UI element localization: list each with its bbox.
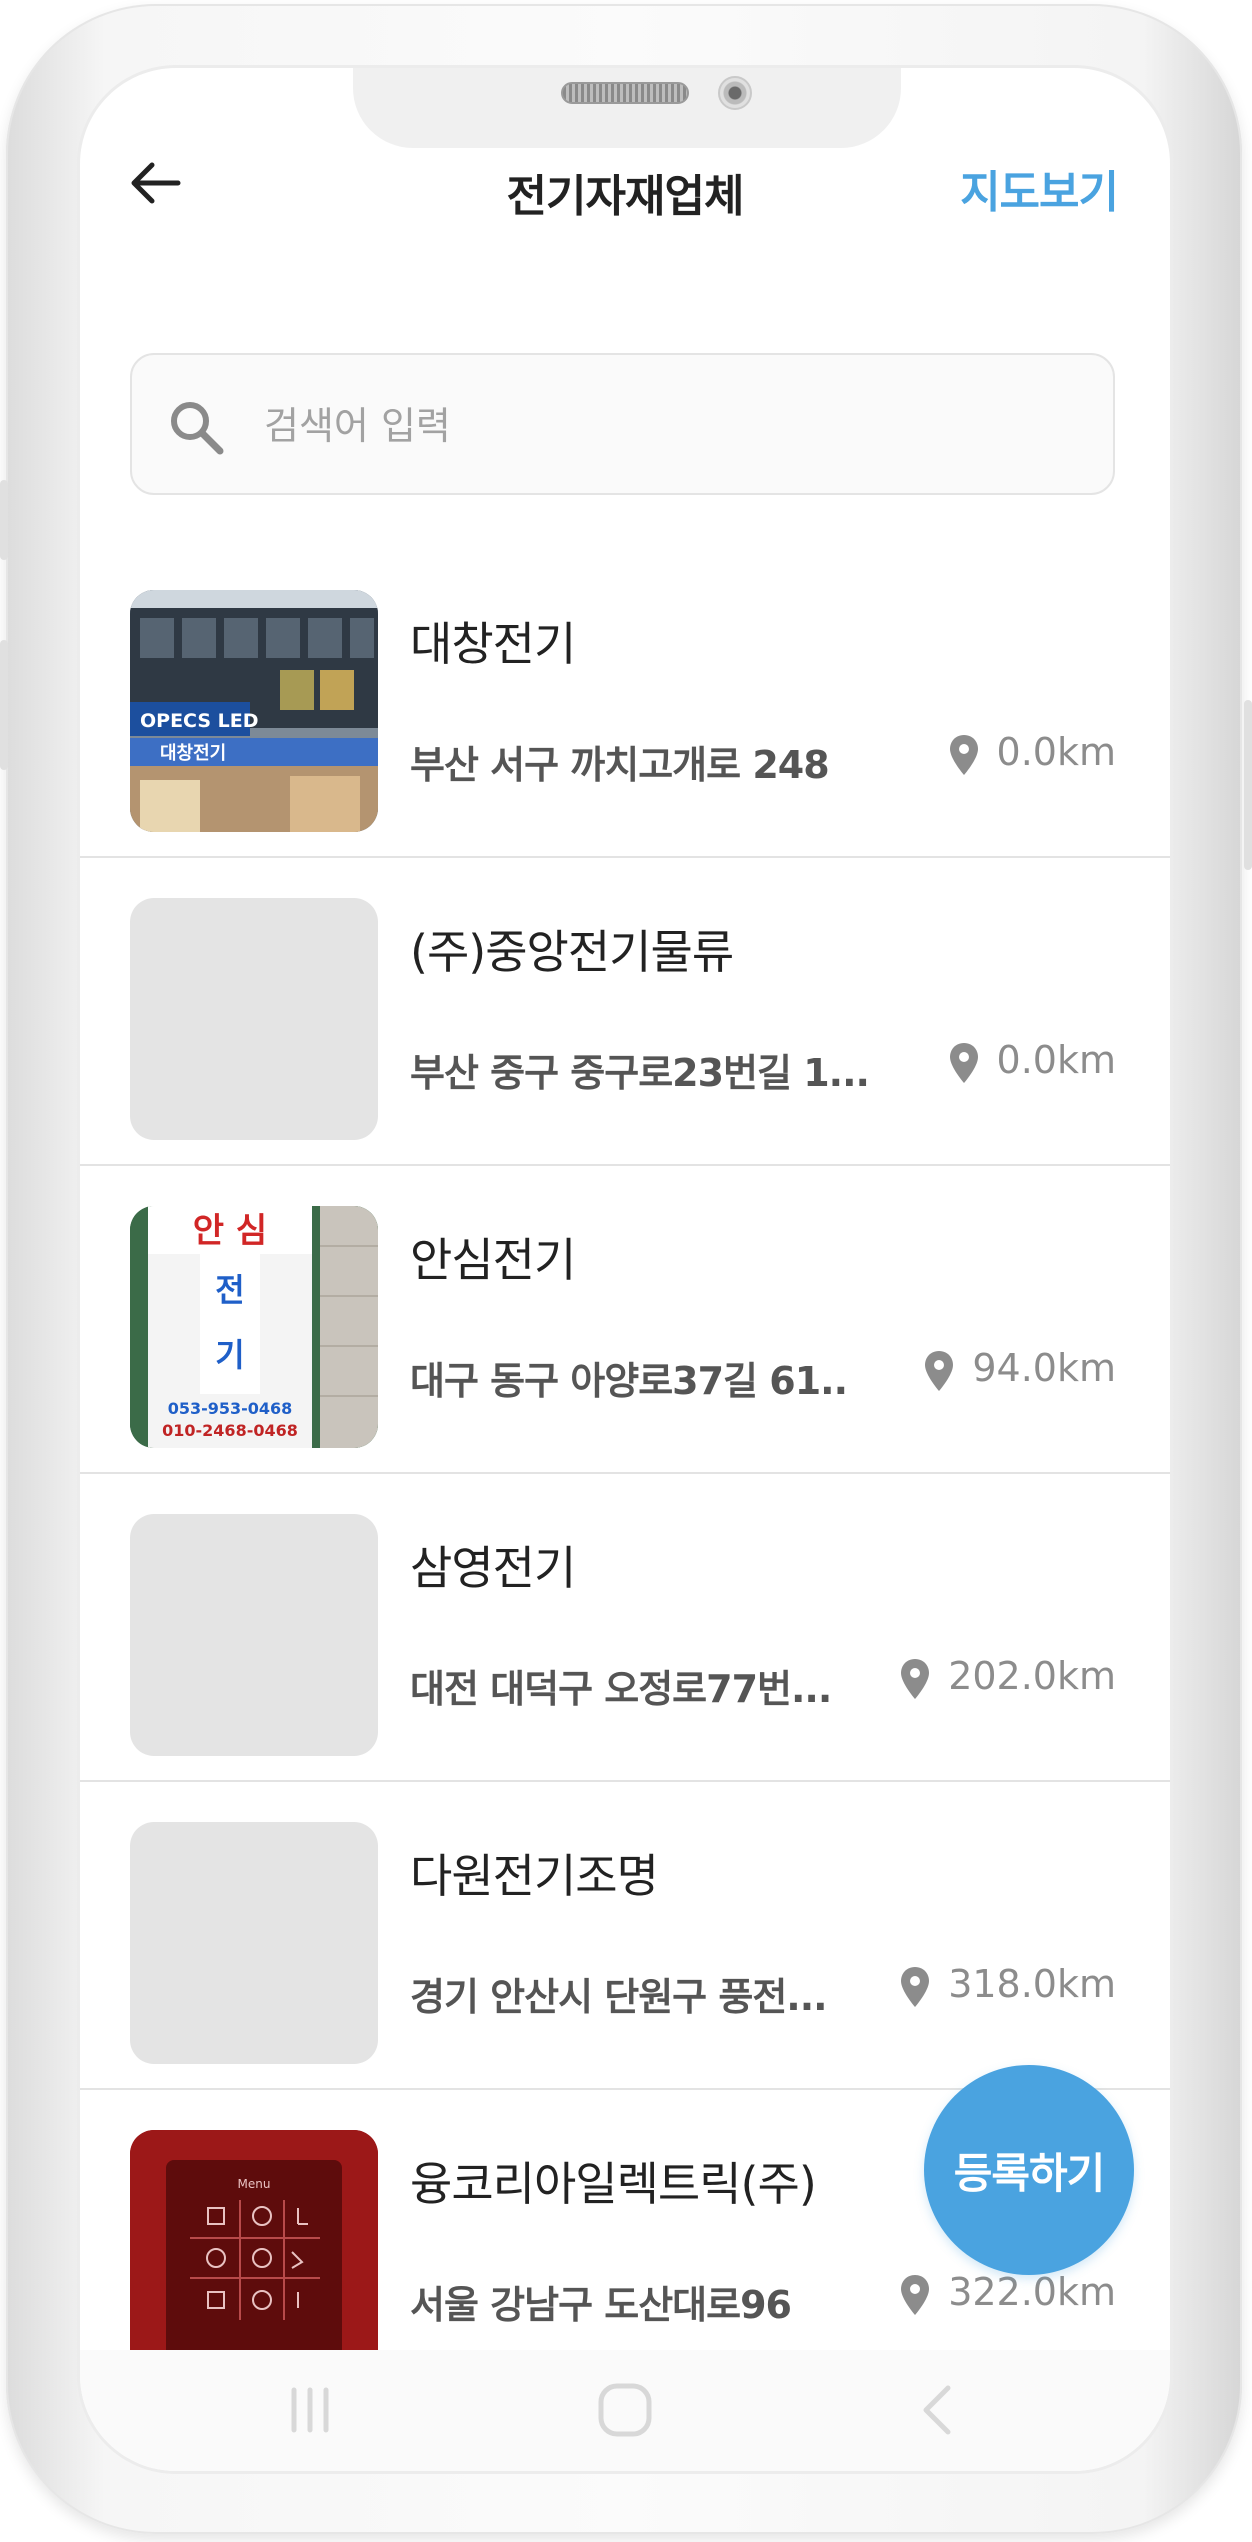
distance-label: 318.0km xyxy=(948,1962,1116,2006)
store-list-item[interactable]: 다원전기조명 경기 안산시 단원구 풍전... 318.0km xyxy=(80,1782,1170,2090)
svg-text:053-953-0468: 053-953-0468 xyxy=(168,1399,293,1418)
map-pin-icon xyxy=(901,2274,930,2315)
signboard-photo: 안 심 전 기 053-953-0468 010-2468-0468 xyxy=(130,1206,378,1448)
distance-label: 202.0km xyxy=(948,1654,1116,1698)
svg-text:Menu: Menu xyxy=(238,2177,271,2191)
map-pin-icon xyxy=(901,1658,930,1699)
store-name: (주)중앙전기물류 xyxy=(410,925,734,979)
store-address: 부산 서구 까치고개로 248 xyxy=(410,743,829,787)
store-distance: 318.0km xyxy=(900,1962,1116,2008)
map-pin-icon xyxy=(901,1966,930,2007)
phone-side-button xyxy=(1244,700,1252,870)
store-photo: Menu xyxy=(130,2130,378,2350)
recent-apps-icon[interactable] xyxy=(280,2380,340,2440)
system-nav-bar xyxy=(80,2350,1170,2471)
store-list-item[interactable]: (주)중앙전기물류 부산 중구 중구로23번길 1... 0.0km xyxy=(80,858,1170,1166)
store-address: 대구 동구 아양로37길 61... xyxy=(410,1359,850,1403)
store-photo-placeholder xyxy=(130,1822,378,2064)
phone-side-button xyxy=(0,640,8,770)
svg-text:안 심: 안 심 xyxy=(193,1211,267,1251)
store-distance: 94.0km xyxy=(924,1346,1116,1392)
store-distance: 0.0km xyxy=(949,730,1116,776)
store-address: 경기 안산시 단원구 풍전... xyxy=(410,1975,827,2019)
svg-text:대창전기: 대창전기 xyxy=(160,743,226,764)
search-input[interactable] xyxy=(262,395,1066,457)
front-camera xyxy=(718,76,752,110)
map-pin-icon xyxy=(949,734,978,775)
store-photo: OPECS LED 대창전기 xyxy=(130,590,378,832)
store-name: 안심전기 xyxy=(410,1233,576,1287)
svg-text:010-2468-0468: 010-2468-0468 xyxy=(162,1421,298,1440)
search-icon xyxy=(171,402,224,455)
svg-text:기: 기 xyxy=(215,1336,244,1374)
store-list-item[interactable]: OPECS LED 대창전기 대창전기 부산 서구 까치고개로 248 0.0k… xyxy=(80,550,1170,858)
store-name: 다원전기조명 xyxy=(410,1849,659,1903)
phone-notch xyxy=(353,68,901,148)
store-name: 대창전기 xyxy=(410,617,576,671)
home-icon[interactable] xyxy=(595,2380,655,2440)
phone-side-button xyxy=(0,480,8,560)
store-photo: 안 심 전 기 053-953-0468 010-2468-0468 xyxy=(130,1206,378,1448)
back-chevron-icon[interactable] xyxy=(910,2380,970,2440)
store-list-item[interactable]: 삼영전기 대전 대덕구 오정로77번... 202.0km xyxy=(80,1474,1170,1782)
store-photo-placeholder xyxy=(130,898,378,1140)
store-name: 삼영전기 xyxy=(410,1541,576,1595)
store-address: 대전 대덕구 오정로77번... xyxy=(410,1667,832,1711)
store-list-item[interactable]: 안 심 전 기 053-953-0468 010-2468-0468 안심전기 … xyxy=(80,1166,1170,1474)
distance-label: 0.0km xyxy=(996,1038,1116,1082)
distance-label: 0.0km xyxy=(996,730,1116,774)
store-address: 서울 강남구 도산대로96 xyxy=(410,2283,791,2327)
register-button[interactable]: 등록하기 xyxy=(924,2065,1134,2275)
app-screen: 전기자재업체 지도보기 검색어 입력 OPECS LED 대창전기 대창전기 부… xyxy=(80,68,1170,2471)
control-panel-photo: Menu xyxy=(130,2130,378,2350)
store-address: 부산 중구 중구로23번길 1... xyxy=(410,1051,869,1095)
store-name: 융코리아일렉트릭(주) xyxy=(410,2157,817,2211)
distance-label: 322.0km xyxy=(948,2270,1116,2314)
storefront-photo: OPECS LED 대창전기 xyxy=(130,590,378,832)
store-photo-placeholder xyxy=(130,1514,378,1756)
map-pin-icon xyxy=(949,1042,978,1083)
store-distance: 322.0km xyxy=(900,2270,1116,2316)
search-bar[interactable] xyxy=(130,353,1115,495)
map-pin-icon xyxy=(925,1350,954,1391)
svg-text:전: 전 xyxy=(215,1271,244,1309)
store-distance: 202.0km xyxy=(900,1654,1116,1700)
store-distance: 0.0km xyxy=(949,1038,1116,1084)
svg-text:OPECS LED: OPECS LED xyxy=(140,710,259,732)
map-view-link[interactable]: 지도보기 xyxy=(960,156,1119,220)
speaker-grille xyxy=(561,82,689,104)
distance-label: 94.0km xyxy=(972,1346,1116,1390)
